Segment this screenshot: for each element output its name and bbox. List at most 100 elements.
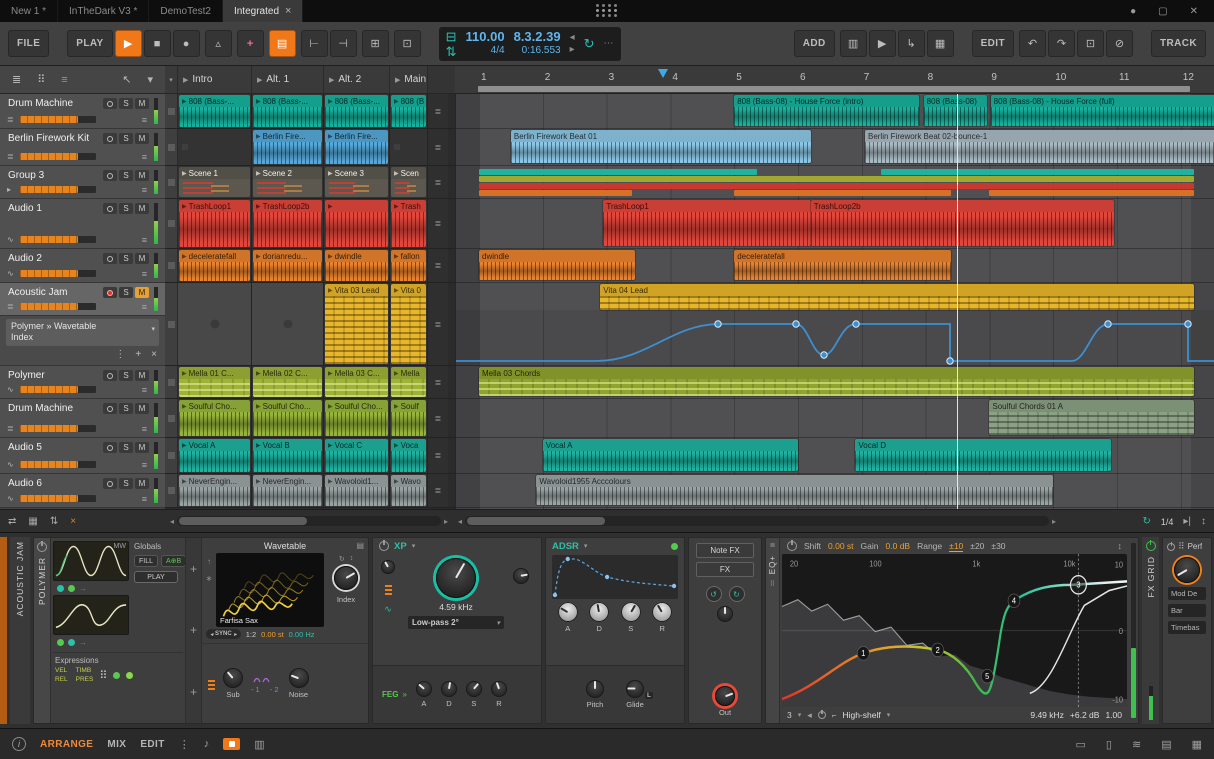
wavetable-name[interactable]: Farfisa Sax [220,616,258,625]
track-options-icon[interactable]: ≡ [142,424,147,434]
virtual-keyboard-icon[interactable]: ▦ [1192,738,1202,751]
clip-slot[interactable]: ▶ Soulful Cho... [324,399,390,437]
filter-env-label[interactable]: FEG [382,690,398,699]
clip-slot[interactable]: ▶ deceleratefall [178,249,252,282]
envelope-enable-icon[interactable] [671,542,678,550]
launcher-clip[interactable]: ▶ TrashLoop1 [179,200,250,247]
oscillator-b-display[interactable] [53,595,129,635]
filter-drive-icon[interactable] [384,583,392,595]
clip-stop-mini-button[interactable] [167,378,175,386]
clip-stop-mini-button[interactable] [167,452,175,459]
edit-view-button[interactable]: EDIT [140,739,164,750]
snap-mode-icon[interactable]: ▸| [1183,516,1191,527]
launcher-visible-icon[interactable]: ≡ [61,74,67,86]
layout-grid-icon[interactable]: ⠿ [37,73,45,86]
launcher-clip[interactable]: ▶ Vocal B [253,439,322,472]
arranger-clip[interactable]: 808 (Bass-08) [923,95,988,126]
arrange-view-button[interactable]: ARRANGE [40,739,93,750]
eq-band-select[interactable]: 3 [787,710,792,720]
arranger-clip[interactable]: Vocal D [855,439,1111,471]
launcher-clip[interactable]: ▶ NeverEngin... [179,475,250,506]
envelope-display[interactable] [552,555,678,599]
arranger-lane[interactable]: Vita 04 Lead [456,283,1214,366]
perf-module-label[interactable]: Perf [1188,542,1203,551]
launcher-clip[interactable]: ▶ Soulful Cho... [179,400,250,436]
filter-mode-select[interactable]: Low-pass 2° ▾ [408,616,504,629]
scrollbar-thumb[interactable] [179,517,308,525]
clip-slot[interactable]: ▶ Vita 0 [390,283,428,365]
solo-button[interactable]: S [119,203,133,214]
track-header[interactable]: Drum Machine ≣ S M ≡ [0,399,165,438]
clip-stop-button[interactable]: ≣ [428,474,448,507]
clip-slot[interactable]: ▶ Vita 03 Lead [324,283,390,365]
clip-slot[interactable] [252,283,324,365]
record-arm-button[interactable] [103,442,117,453]
arranger-clip[interactable]: 808 (Bass-08) - House Force (intro) [734,95,920,126]
project-tab-active[interactable]: Integrated × [222,0,304,22]
sustain-knob[interactable] [620,602,641,622]
controllers-icon[interactable]: ▤ [1161,738,1171,751]
play-menu-button[interactable]: PLAY [67,30,113,57]
clip-slot[interactable]: ▶ [324,199,390,248]
arranger-clip[interactable]: TrashLoop2b [810,200,1114,246]
project-tab[interactable]: DemoTest2 [149,0,223,22]
add-slot-button[interactable]: + [190,623,197,637]
launcher-clip[interactable]: ▶ Scen [391,167,426,197]
track-header[interactable]: Audio 5 ∿ S M ≡ [0,438,165,474]
remove-button[interactable]: × [151,349,157,360]
scene-play-icon[interactable]: ▶ [329,76,334,84]
eq-band-handle[interactable]: 5 [985,672,990,682]
solo-button[interactable]: S [119,253,133,264]
eq-range-option[interactable]: ±20 [970,541,984,551]
band-type-select[interactable]: High-shelf [842,710,880,720]
release-expression[interactable]: REL [55,676,68,683]
clip-slot[interactable]: ▶ Scene 2 [252,166,324,198]
clip-slot[interactable]: ▶ Voca [390,438,428,473]
track-volume-fader[interactable] [20,386,96,393]
clip-slot[interactable]: ▶ Berlin Fire... [324,129,390,165]
add-device-button[interactable]: + [135,349,141,360]
clip-slot[interactable]: ▶ Soulful Cho... [252,399,324,437]
clip-slot[interactable]: ▶ 808 (Bass-... [178,94,252,128]
glide-legato-badge[interactable]: L [645,692,653,699]
launcher-clip[interactable]: ▶ 808 (Bass-... [325,95,388,127]
track-options-icon[interactable]: ≡ [142,460,147,470]
launcher-clip[interactable]: ▶ Mella [391,367,426,397]
clip-stop-mini-button[interactable] [167,487,175,494]
launcher-clip[interactable]: ▶ Vita 0 [391,284,426,364]
track-menu-button[interactable]: TRACK [1151,30,1206,57]
feg-sustain-knob[interactable] [465,681,482,697]
arranger-lane[interactable]: Soulful Chords 01 A [456,399,1214,438]
output-level-knob[interactable] [715,686,735,706]
arranger-lane[interactable]: TrashLoop1 TrashLoop2b [456,199,1214,249]
solo-button[interactable]: S [119,403,133,414]
second-display-icon[interactable]: ▭ [1076,738,1086,751]
close-tab-icon[interactable]: × [285,5,291,17]
chevron-down-icon[interactable]: ▾ [412,542,416,550]
transpose-icon[interactable]: ↑ [207,557,211,566]
redo-button[interactable]: ↷ [1048,30,1075,57]
track-volume-fader[interactable] [20,270,96,277]
arranger-timeline[interactable]: 808 (Bass-08) - House Force (intro) 808 (… [455,94,1214,509]
record-arm-button[interactable] [103,133,117,144]
launcher-clip[interactable]: ▶ dwindle [325,250,388,281]
track-volume-fader[interactable] [20,116,96,123]
filter-cutoff-value[interactable]: 4.59 kHz [439,602,473,612]
time-signature-value[interactable]: 4/4 [491,45,505,57]
feg-attack-knob[interactable] [415,681,432,697]
pitch-knob[interactable] [586,680,604,698]
polymer-device-header[interactable]: POLYMER [34,538,51,723]
clip-slot[interactable]: ▶ Mella 02 C... [252,366,324,398]
launcher-clip[interactable]: ▶ Wavo [391,475,426,506]
tool-dropdown-icon[interactable]: ▾ [147,73,153,86]
device-chain-box[interactable]: Polymer » Wavetable Index ▾ [6,319,159,346]
arranger-lane[interactable]: Vocal A Vocal D [456,438,1214,474]
clip-stop-button[interactable]: ≣ [428,438,448,473]
track-volume-fader[interactable] [20,236,96,243]
clip-stop-button[interactable]: ≣ [428,94,448,128]
clip-slot[interactable]: ▶ 808 (Bass-... [252,94,324,128]
band-q-value[interactable]: 1.00 [1105,710,1122,720]
scene-header[interactable]: ▶ Intro [178,66,252,93]
launcher-clip[interactable]: ▶ Soulf [391,400,426,436]
eq-shift-value[interactable]: 0.00 st [828,541,854,551]
